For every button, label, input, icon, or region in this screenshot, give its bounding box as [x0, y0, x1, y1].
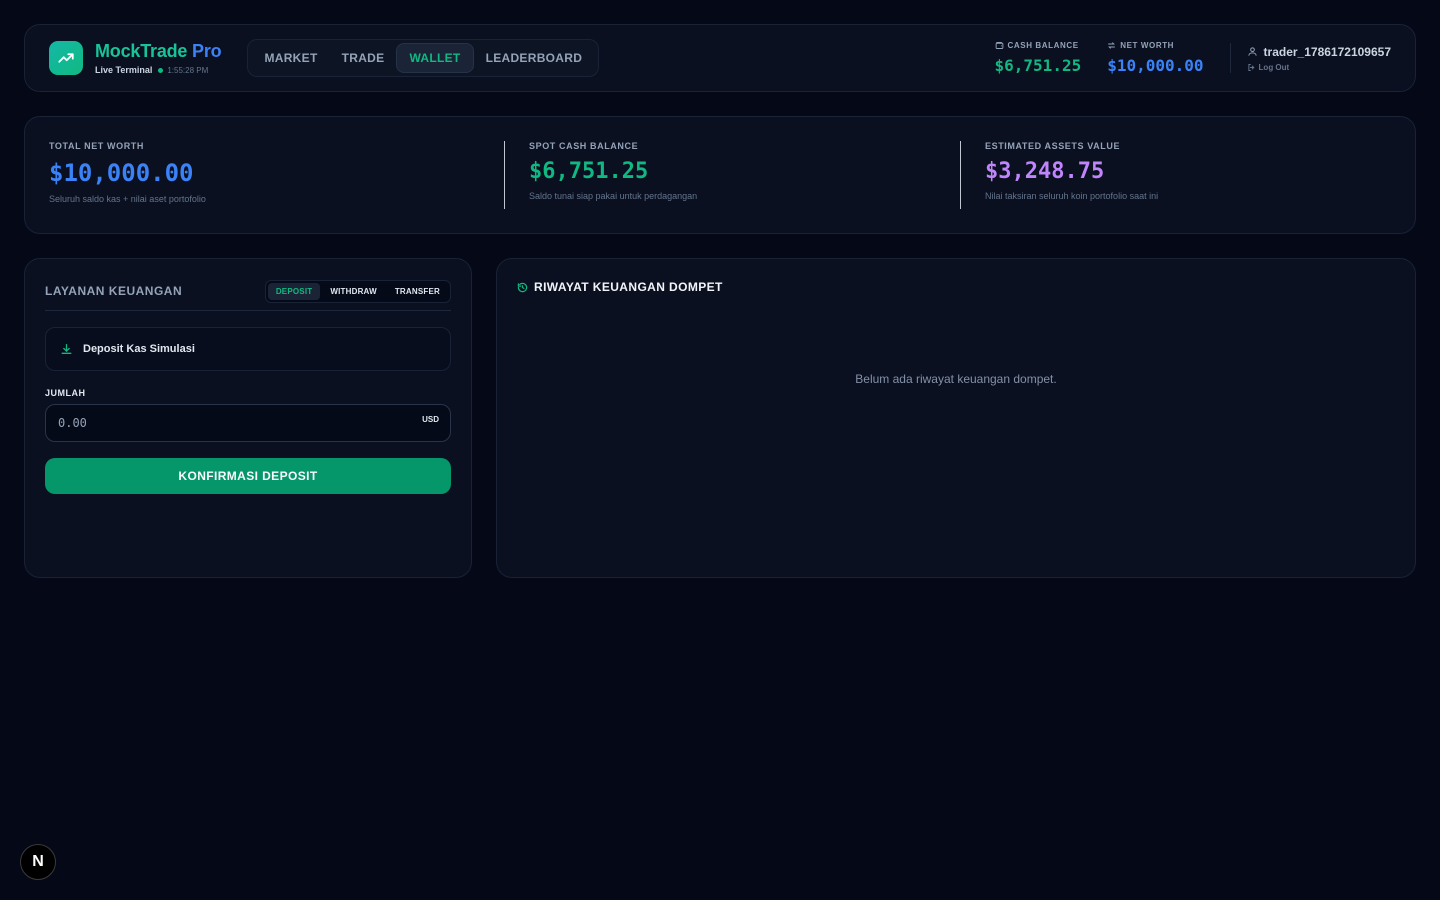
history-title-text: RIWAYAT KEUANGAN DOMPET [534, 280, 723, 294]
total-net-worth-value: $10,000.00 [49, 159, 194, 187]
brand-name: MockTrade [95, 41, 188, 61]
live-status: Live Terminal 1:55:28 PM [95, 65, 221, 75]
history-title: RIWAYAT KEUANGAN DOMPET [517, 280, 723, 294]
tab-withdraw[interactable]: WITHDRAW [322, 283, 384, 300]
spot-cash-label: SPOT CASH BALANCE [529, 141, 639, 151]
trending-up-icon [49, 41, 83, 75]
clock: 1:55:28 PM [167, 65, 209, 75]
download-icon [61, 343, 72, 354]
status-label: Live Terminal [95, 65, 153, 75]
spot-cash-desc: Saldo tunai siap pakai untuk perdagangan [529, 191, 698, 201]
header-divider [1229, 43, 1231, 73]
nav-wallet[interactable]: WALLET [396, 43, 474, 73]
service-tabs: DEPOSIT WITHDRAW TRANSFER [264, 279, 451, 303]
deposit-mode-label: Deposit Kas Simulasi [83, 343, 195, 355]
user-menu: trader_1786172109657 Log Out [1247, 45, 1391, 72]
history-empty-state: Belum ada riwayat keuangan dompet. [855, 372, 1057, 386]
net-worth-stat: NET WORTH $10,000.00 [1107, 41, 1203, 75]
nav-trade[interactable]: TRADE [330, 43, 397, 73]
net-worth-value: $10,000.00 [1107, 56, 1204, 75]
summary-divider [504, 141, 505, 209]
amount-unit: USD [422, 415, 439, 424]
deposit-mode-card: Deposit Kas Simulasi [45, 327, 451, 371]
cash-balance-stat: CASH BALANCE $6,751.25 [995, 41, 1082, 75]
user-icon [1247, 47, 1257, 56]
spot-cash-value: $6,751.25 [529, 159, 649, 184]
financial-services-panel: LAYANAN KEUANGAN DEPOSIT WITHDRAW TRANSF… [24, 258, 472, 578]
amount-input[interactable] [46, 405, 450, 441]
amount-field: USD [45, 404, 451, 442]
cash-balance-label: CASH BALANCE [1007, 41, 1079, 50]
username: trader_1786172109657 [1263, 44, 1391, 59]
wallet-icon [995, 42, 1003, 49]
confirm-deposit-button[interactable]: KONFIRMASI DEPOSIT [45, 458, 451, 494]
brand[interactable]: MockTrade Pro Live Terminal 1:55:28 PM [49, 41, 222, 75]
nav-market[interactable]: MARKET [252, 43, 329, 73]
logout-icon [1247, 63, 1254, 71]
assets-value-value: $3,248.75 [985, 159, 1105, 184]
dev-tools-badge[interactable]: N [20, 844, 56, 880]
brand-suffix: Pro [192, 41, 222, 61]
live-dot-icon [158, 67, 164, 73]
main-nav: MARKET TRADE WALLET LEADERBOARD [247, 39, 600, 77]
header-stats: CASH BALANCE $6,751.25 NET WORTH $10,000… [995, 41, 1391, 75]
logout-label: Log Out [1258, 62, 1290, 72]
services-divider [45, 310, 451, 311]
tab-transfer[interactable]: TRANSFER [387, 283, 448, 300]
services-title: LAYANAN KEUANGAN [45, 284, 183, 298]
brand-title: MockTrade Pro [95, 41, 222, 62]
summary-divider [960, 141, 961, 209]
history-icon [517, 282, 528, 292]
cash-balance-value: $6,751.25 [994, 56, 1082, 75]
assets-value-desc: Nilai taksiran seluruh koin portofolio s… [985, 191, 1159, 201]
swap-icon [1108, 42, 1116, 49]
nav-leaderboard[interactable]: LEADERBOARD [474, 43, 595, 73]
total-net-worth: TOTAL NET WORTH $10,000.00 Seluruh saldo… [49, 141, 206, 204]
assets-value-label: ESTIMATED ASSETS VALUE [985, 141, 1121, 151]
total-net-worth-desc: Seluruh saldo kas + nilai aset portofoli… [49, 194, 206, 204]
spot-cash-balance: SPOT CASH BALANCE $6,751.25 Saldo tunai … [529, 141, 697, 201]
net-worth-label: NET WORTH [1120, 41, 1175, 50]
balance-summary: TOTAL NET WORTH $10,000.00 Seluruh saldo… [24, 116, 1416, 234]
total-net-worth-label: TOTAL NET WORTH [49, 141, 144, 151]
logout-button[interactable]: Log Out [1247, 63, 1391, 72]
top-header: MockTrade Pro Live Terminal 1:55:28 PM M… [24, 24, 1416, 92]
tab-deposit[interactable]: DEPOSIT [267, 282, 321, 300]
amount-label: JUMLAH [45, 388, 86, 398]
wallet-history-panel: RIWAYAT KEUANGAN DOMPET Belum ada riwaya… [496, 258, 1416, 578]
estimated-assets-value: ESTIMATED ASSETS VALUE $3,248.75 Nilai t… [985, 141, 1158, 201]
